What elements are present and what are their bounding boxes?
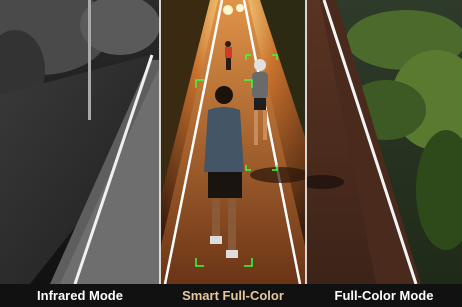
smart-full-color-panel: [160, 0, 306, 307]
lamp-post: [88, 0, 91, 120]
infrared-scene: [0, 0, 160, 284]
full-color-scene: [306, 0, 462, 284]
camera-mode-comparison: Infrared Mode Smart Full-Color Full-Colo…: [0, 0, 462, 307]
infrared-mode-caption: Infrared Mode: [37, 288, 123, 303]
full-color-mode-panel: [306, 0, 462, 307]
panel-divider: [305, 0, 307, 284]
full-color-mode-caption: Full-Color Mode: [334, 288, 434, 303]
infrared-mode-panel: [0, 0, 160, 307]
smart-full-color-scene: [160, 0, 306, 284]
smart-full-color-caption: Smart Full-Color: [182, 288, 284, 303]
panel-divider: [159, 0, 161, 284]
